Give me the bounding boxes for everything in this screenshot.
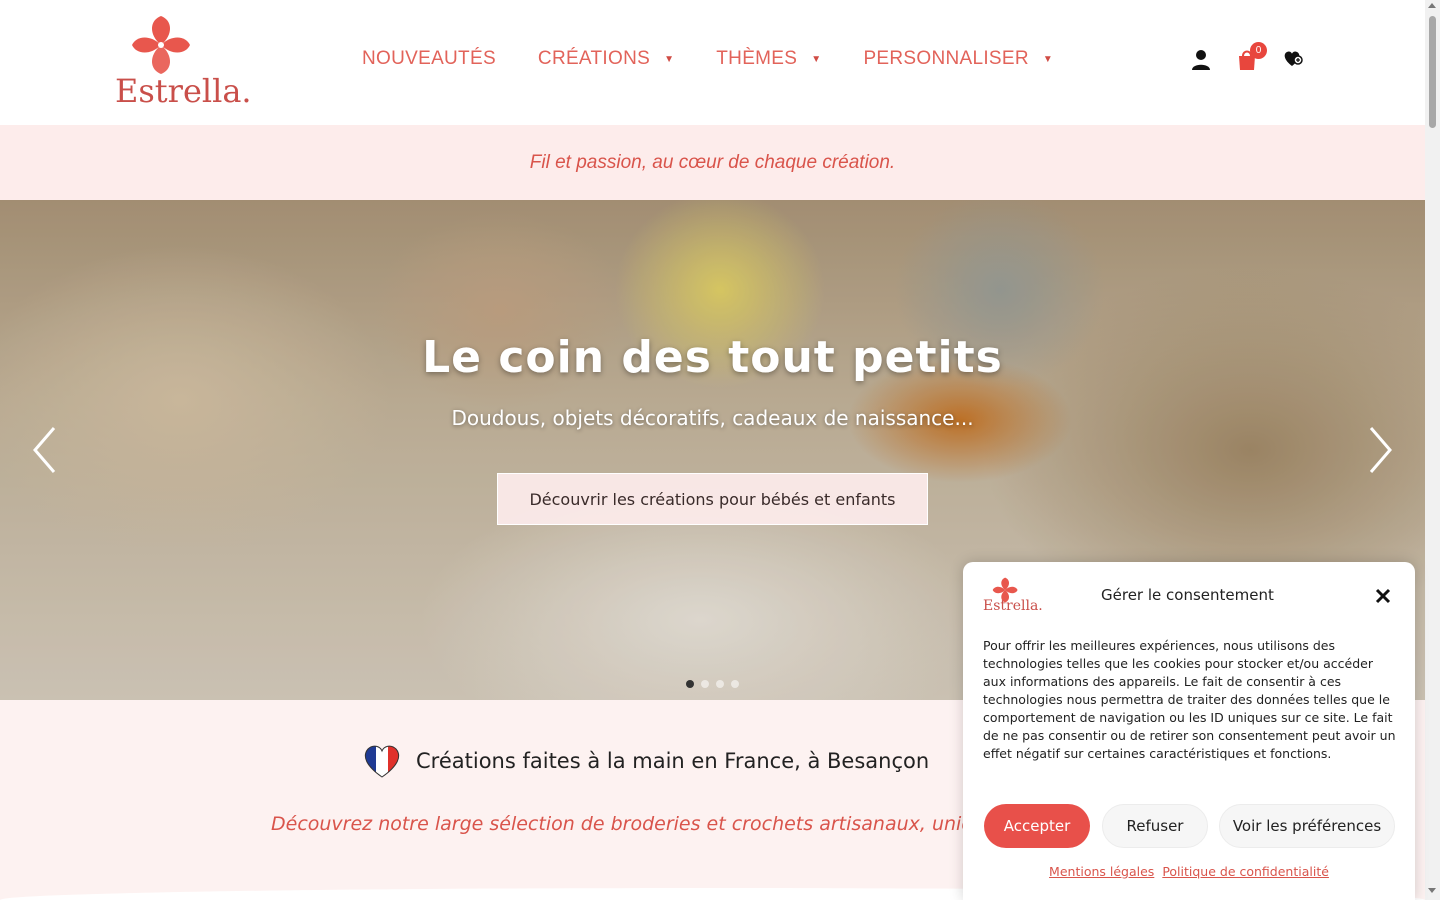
user-icon (1192, 50, 1210, 70)
page-scrollbar[interactable] (1425, 0, 1440, 900)
slider-dot[interactable] (731, 680, 739, 688)
hero-title: Le coin des tout petits (422, 332, 1003, 383)
caret-down-icon: ▼ (664, 53, 675, 65)
close-button[interactable] (1373, 586, 1393, 606)
flower-logo-icon (132, 16, 190, 74)
chevron-left-icon (33, 427, 56, 473)
nav-item-label: THÈMES (716, 48, 798, 69)
made-in-france: Créations faites à la main en France, à … (362, 744, 929, 778)
legal-notice-link[interactable]: Mentions légales (1049, 864, 1154, 879)
slider-next-button[interactable] (1365, 425, 1395, 475)
hero-subtitle: Doudous, objets décoratifs, cadeaux de n… (451, 406, 974, 430)
hero-cta-button[interactable]: Découvrir les créations pour bébés et en… (497, 473, 928, 525)
header-icons: 0 (1190, 42, 1328, 72)
tagline-band: Fil et passion, au cœur de chaque créati… (0, 125, 1425, 200)
nav-item-nouveautes[interactable]: NOUVEAUTÉS (362, 48, 496, 70)
nav-item-themes[interactable]: THÈMES ▼ (716, 48, 821, 70)
french-flag-heart-icon (364, 745, 400, 778)
heart-icon (1284, 51, 1303, 66)
slider-dot[interactable] (686, 680, 694, 688)
nav-item-personnaliser[interactable]: PERSONNALISER ▼ (863, 48, 1053, 70)
account-button[interactable] (1190, 46, 1212, 72)
wishlist-button[interactable] (1282, 46, 1304, 72)
cookie-consent-dialog: Estrella. Gérer le consentement Pour off… (963, 562, 1415, 900)
main-nav: NOUVEAUTÉS CRÉATIONS ▼ THÈMES ▼ PERSONNA… (362, 48, 1095, 70)
caret-down-icon: ▼ (811, 53, 822, 65)
cart-button[interactable]: 0 (1236, 42, 1267, 72)
made-in-text: Créations faites à la main en France, à … (416, 749, 930, 773)
nav-item-creations[interactable]: CRÉATIONS ▼ (538, 48, 674, 70)
consent-body-text: Pour offrir les meilleures expériences, … (983, 638, 1396, 761)
nav-item-label: PERSONNALISER (863, 48, 1029, 69)
scroll-thumb[interactable] (1429, 16, 1436, 128)
consent-title: Gérer le consentement (1101, 586, 1274, 604)
nav-item-label: CRÉATIONS (537, 48, 651, 69)
consent-links: Mentions légales Politique de confidenti… (963, 864, 1415, 879)
slider-prev-button[interactable] (30, 425, 60, 475)
chevron-right-icon (1369, 427, 1392, 473)
site-logo[interactable]: Estrella. (113, 14, 252, 110)
view-preferences-button[interactable]: Voir les préférences (1219, 804, 1395, 848)
consent-logo-text: Estrella. (983, 598, 1043, 614)
site-header: Estrella. NOUVEAUTÉS CRÉATIONS ▼ THÈMES … (0, 0, 1425, 125)
consent-logo: Estrella. (983, 576, 1043, 620)
privacy-policy-link[interactable]: Politique de confidentialité (1162, 864, 1329, 879)
slider-dot[interactable] (701, 680, 709, 688)
logo-wordmark: Estrella. (115, 72, 252, 110)
discover-text: Découvrez notre large sélection de brode… (271, 813, 971, 835)
scroll-down-icon[interactable] (1428, 888, 1436, 893)
tagline-text: Fil et passion, au cœur de chaque créati… (529, 151, 896, 173)
accept-button[interactable]: Accepter (984, 804, 1090, 848)
caret-down-icon: ▼ (1042, 53, 1054, 65)
cart-count-badge: 0 (1250, 42, 1267, 59)
nav-item-label: NOUVEAUTÉS (362, 48, 496, 69)
slider-pagination (686, 680, 746, 688)
close-icon (1375, 588, 1391, 604)
refuse-button[interactable]: Refuser (1102, 804, 1208, 848)
slider-dot[interactable] (716, 680, 724, 688)
scroll-up-icon[interactable] (1428, 3, 1436, 8)
